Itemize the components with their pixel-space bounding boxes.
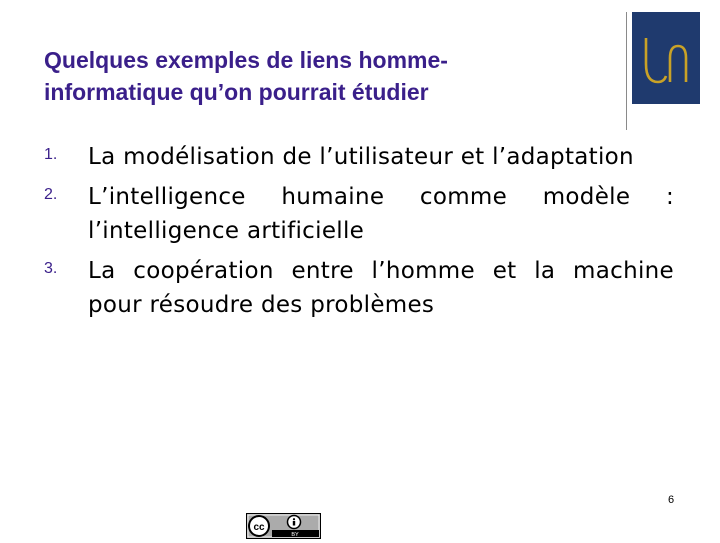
license-label: BY (291, 532, 299, 538)
list-item-text: La modélisation de l’utilisateur et l’ad… (88, 144, 634, 170)
list-item-text: L’intelligence humaine comme modèle : l’… (88, 184, 674, 244)
university-logo (632, 12, 700, 104)
list-item: 3. La coopération entre l’homme et la ma… (44, 254, 674, 322)
list-item-number: 3. (44, 260, 58, 277)
svg-text:cc: cc (253, 522, 265, 533)
logo-divider (626, 12, 627, 130)
list-item: 2. L’intelligence humaine comme modèle :… (44, 180, 674, 248)
list-item-text: La coopération entre l’homme et la machi… (88, 258, 674, 318)
university-logo-icon (632, 12, 700, 104)
list-item: 1. La modélisation de l’utilisateur et l… (44, 140, 674, 174)
slide-title: Quelques exemples de liens homme- inform… (44, 44, 564, 108)
page-number: 6 (668, 494, 675, 506)
examples-list: 1. La modélisation de l’utilisateur et l… (44, 140, 674, 328)
slide-title-line-2: informatique qu’on pourrait étudier (44, 79, 429, 105)
slide-title-line-1: Quelques exemples de liens homme- (44, 47, 448, 73)
creative-commons-by-icon: cc BY (246, 513, 321, 539)
creative-commons-badge[interactable]: cc BY (246, 513, 321, 539)
list-item-number: 1. (44, 146, 58, 163)
list-item-number: 2. (44, 186, 58, 203)
